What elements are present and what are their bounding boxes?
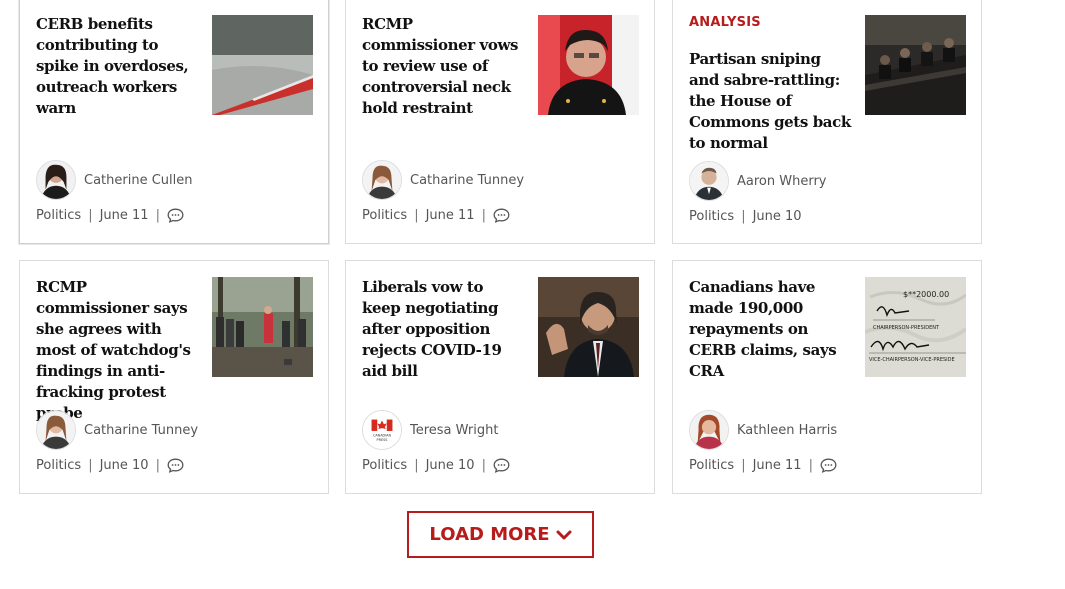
story-thumbnail[interactable] [538,15,639,115]
story-meta: Politics | June 10 | [36,458,184,473]
author-byline[interactable]: Catherine Cullen [36,160,192,200]
story-headline[interactable]: RCMP commissioner says she agrees with m… [36,277,198,424]
author-avatar [36,160,76,200]
load-more-label: LOAD MORE [429,524,550,545]
publish-date: June 11 [425,208,475,223]
story-card[interactable]: ANALYSIS Partisan sniping and sabre-ratt… [672,0,982,244]
story-headline[interactable]: RCMP commissioner vows to review use of … [362,14,524,119]
author-byline[interactable]: Aaron Wherry [689,161,827,201]
author-avatar [689,161,729,201]
section-link[interactable]: Politics [689,209,734,224]
publish-date: June 10 [425,458,475,473]
story-thumbnail[interactable] [538,277,639,377]
comment-bubble-icon[interactable] [167,208,184,223]
author-name[interactable]: Aaron Wherry [737,174,827,189]
svg-text:VICE-CHAIRPERSON-VICE-PRESIDE: VICE-CHAIRPERSON-VICE-PRESIDE [869,357,955,363]
meta-separator: | [155,208,160,223]
publish-date: June 10 [99,458,149,473]
author-byline[interactable]: Catharine Tunney [36,410,198,450]
publish-date: June 10 [752,209,802,224]
author-name[interactable]: Catharine Tunney [410,173,524,188]
section-link[interactable]: Politics [36,208,81,223]
story-thumbnail[interactable] [865,15,966,115]
publish-date: June 11 [752,458,802,473]
author-byline[interactable]: Catharine Tunney [362,160,524,200]
svg-text:$**2000.00: $**2000.00 [903,290,949,299]
meta-separator: | [808,458,813,473]
story-card[interactable]: RCMP commissioner says she agrees with m… [19,260,329,494]
comment-bubble-icon[interactable] [167,458,184,473]
section-link[interactable]: Politics [362,208,407,223]
story-thumbnail[interactable]: $**2000.00 CHAIRPERSON-PRESIDENT VICE-CH… [865,277,966,377]
author-avatar [36,410,76,450]
comment-bubble-icon[interactable] [820,458,837,473]
story-card[interactable]: RCMP commissioner vows to review use of … [345,0,655,244]
story-label: ANALYSIS [689,15,761,30]
section-link[interactable]: Politics [362,458,407,473]
story-thumbnail[interactable] [212,15,313,115]
story-meta: Politics | June 11 | [689,458,837,473]
story-headline[interactable]: Partisan sniping and sabre-rattling: the… [689,49,851,154]
author-name[interactable]: Catherine Cullen [84,173,192,188]
story-meta: Politics | June 10 [689,209,802,224]
story-headline[interactable]: Canadians have made 190,000 repayments o… [689,277,851,382]
story-meta: Politics | June 11 | [362,208,510,223]
section-link[interactable]: Politics [689,458,734,473]
story-thumbnail[interactable] [212,277,313,377]
author-avatar [362,160,402,200]
author-name[interactable]: Teresa Wright [410,423,498,438]
meta-separator: | [88,208,93,223]
comment-bubble-icon[interactable] [493,208,510,223]
meta-separator: | [741,458,746,473]
meta-separator: | [481,458,486,473]
meta-separator: | [741,209,746,224]
author-name[interactable]: Catharine Tunney [84,423,198,438]
story-headline[interactable]: Liberals vow to keep negotiating after o… [362,277,524,382]
comment-bubble-icon[interactable] [493,458,510,473]
svg-text:CHAIRPERSON-PRESIDENT: CHAIRPERSON-PRESIDENT [873,325,940,331]
story-headline[interactable]: CERB benefits contributing to spike in o… [36,14,198,119]
meta-separator: | [88,458,93,473]
story-card[interactable]: Canadians have made 190,000 repayments o… [672,260,982,494]
story-meta: Politics | June 11 | [36,208,184,223]
canadian-press-logo: CANADIAN PRESS [362,410,402,450]
author-name[interactable]: Kathleen Harris [737,423,837,438]
meta-separator: | [481,208,486,223]
author-avatar [689,410,729,450]
author-byline[interactable]: Kathleen Harris [689,410,837,450]
author-byline[interactable]: CANADIAN PRESS Teresa Wright [362,410,498,450]
meta-separator: | [414,208,419,223]
story-card[interactable]: CERB benefits contributing to spike in o… [19,0,329,244]
story-meta: Politics | June 10 | [362,458,510,473]
publish-date: June 11 [99,208,149,223]
meta-separator: | [155,458,160,473]
svg-text:PRESS: PRESS [377,438,388,442]
load-more-button[interactable]: LOAD MORE [407,511,594,558]
chevron-down-icon [556,530,572,540]
meta-separator: | [414,458,419,473]
story-card[interactable]: Liberals vow to keep negotiating after o… [345,260,655,494]
section-link[interactable]: Politics [36,458,81,473]
